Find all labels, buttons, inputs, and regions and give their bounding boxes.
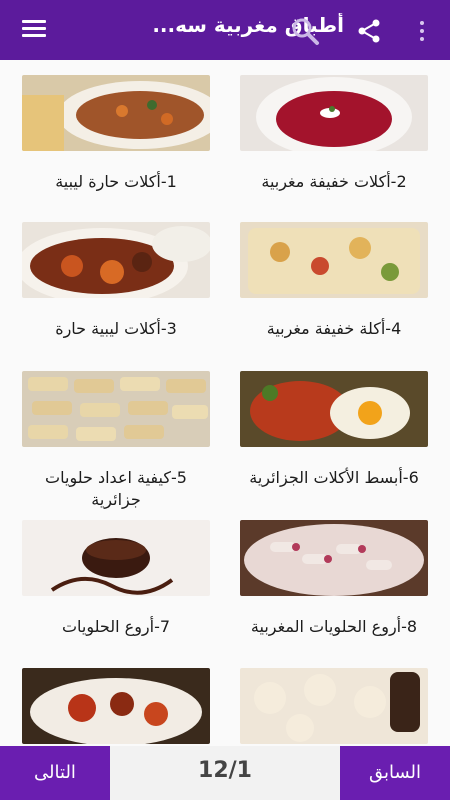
gratin-image (240, 222, 428, 298)
next-button[interactable]: التالى (0, 746, 110, 800)
list-item-label: 6-أبسط الأكلات الجزائرية (249, 468, 419, 487)
pager-bar: التالى 12/1 السابق (0, 746, 450, 800)
recipe-grid: 1-أكلات حارة ليبية 2-أكلات خفيفة مغربية … (0, 60, 450, 746)
more-vert-icon[interactable] (417, 18, 427, 44)
cookie-rolls-image (240, 520, 428, 596)
list-item-label: 2-أكلات خفيفة مغربية (261, 172, 407, 191)
list-item-label: 3-أكلات ليبية حارة (55, 319, 177, 338)
pastries-image (240, 668, 428, 744)
egg-tomato-image (240, 371, 428, 447)
list-item-label: 4-أكلة خفيفة مغربية (266, 319, 402, 338)
beet-soup-image (240, 75, 428, 151)
meat-stew-image (22, 222, 210, 298)
roasted-dish-image (22, 668, 210, 744)
soup-bowl-image (22, 75, 210, 151)
list-item-label: 1-أكلات حارة ليبية (55, 172, 177, 191)
search-icon[interactable] (290, 16, 320, 46)
list-item-label: 8-أروع الحلويات المغربية (250, 617, 418, 636)
share-icon[interactable] (356, 18, 382, 44)
menu-icon[interactable] (22, 20, 46, 38)
page-indicator: 12/1 (198, 758, 252, 783)
list-item-label: 7-أروع الحلويات (61, 617, 171, 636)
app-bar: أطباق مغربية سه... (0, 0, 450, 60)
list-item-label: 5-كيفية اعداد حلويات جزائرية (45, 468, 187, 509)
previous-button[interactable]: السابق (340, 746, 450, 800)
chocolate-dessert-image (22, 520, 210, 596)
biscotti-image (22, 371, 210, 447)
